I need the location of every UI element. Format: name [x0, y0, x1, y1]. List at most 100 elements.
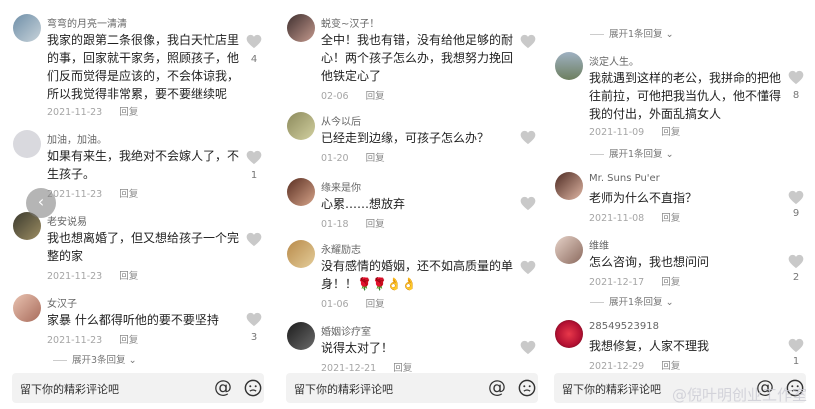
heart-icon[interactable]: [788, 254, 804, 269]
comment-date: 2021-11-23: [47, 107, 103, 118]
reply-button[interactable]: 回复: [661, 213, 680, 224]
comment-item: 蜕变~汉子！ 全中！我也有错，没有给他足够的耐心！两个孩子怎么办，我想努力挽回他…: [280, 14, 542, 102]
heart-icon[interactable]: [520, 260, 536, 275]
expand-replies-label: 展开1条回复: [609, 149, 663, 160]
reply-button[interactable]: 回复: [119, 271, 138, 282]
comment-date: 01-20: [321, 153, 349, 164]
comment-text: 我也想离婚了，但又想给孩子一个完整的家: [47, 231, 240, 263]
comment-text: 老师为什么不直指？: [589, 191, 698, 205]
avatar[interactable]: [555, 320, 583, 348]
like-count: 1: [250, 170, 258, 181]
at-icon[interactable]: @: [488, 377, 506, 398]
heart-icon[interactable]: [246, 34, 262, 49]
heart-icon[interactable]: [246, 312, 262, 327]
avatar[interactable]: [287, 322, 315, 350]
emoji-icon[interactable]: [244, 379, 262, 397]
comment-username[interactable]: 从今以后: [321, 113, 361, 128]
comment-item: 缘来是你 心累……想放弃 01-18 回复: [280, 178, 542, 230]
comment-meta: 2021-11-23 回复: [47, 104, 138, 118]
like-count: 1: [792, 356, 800, 367]
heart-icon[interactable]: [788, 190, 804, 205]
comment-date: 01-18: [321, 219, 349, 230]
comment-username[interactable]: 弯弯的月亮一清清: [47, 15, 127, 30]
comment-text: 没有感情的婚姻，还不如高质量的单身！！🌹🌹👌👌: [321, 257, 516, 293]
heart-icon[interactable]: [788, 338, 804, 353]
comment-date: 2021-11-23: [47, 335, 103, 346]
comment-text: 已经走到边缘，可孩子怎么办？: [321, 131, 490, 145]
heart-icon[interactable]: [520, 130, 536, 145]
comment-text: 如果有来生，我绝对不会嫁人了，不生孩子。: [47, 149, 240, 181]
reply-button[interactable]: 回复: [661, 127, 680, 138]
reply-button[interactable]: 回复: [661, 361, 680, 372]
comment-input[interactable]: 留下你的精彩评论吧 @: [286, 373, 538, 403]
chevron-left-icon[interactable]: ‹: [26, 188, 56, 218]
comment-text: 说得太对了！: [321, 341, 394, 355]
like-count: 9: [792, 208, 800, 219]
heart-icon[interactable]: [788, 70, 804, 85]
comment-panel-1: 弯弯的月亮一清清 我家的跟第二条很像，我白天忙店里的事，回家就干家务，照顾孩子，…: [6, 0, 268, 409]
avatar[interactable]: [287, 178, 315, 206]
comment-date: 01-06: [321, 299, 349, 310]
comment-username[interactable]: 淡定人生。: [589, 53, 639, 68]
comment-meta: 2021-11-23 回复: [47, 268, 138, 282]
comment-username[interactable]: 永耀励志: [321, 241, 361, 256]
reply-button[interactable]: 回复: [119, 107, 138, 118]
heart-icon[interactable]: [520, 340, 536, 355]
at-icon[interactable]: @: [214, 377, 232, 398]
heart-icon[interactable]: [520, 196, 536, 211]
comment-text: 心累……想放弃: [321, 197, 406, 211]
comment-date: 2021-11-23: [47, 271, 103, 282]
avatar[interactable]: [555, 52, 583, 80]
avatar[interactable]: [13, 130, 41, 158]
avatar[interactable]: [13, 294, 41, 322]
comment-username[interactable]: 加油，加油。: [47, 131, 107, 146]
expand-replies-button[interactable]: 展开1条回复 ⌄: [590, 26, 674, 40]
comment-username[interactable]: 蜕变~汉子！: [321, 15, 379, 30]
like-count: 8: [792, 90, 800, 101]
comment-item: 28549523918 我想修复，人家不理我 2021-12-29 回复 1: [548, 320, 810, 372]
heart-icon[interactable]: [246, 150, 262, 165]
comment-input[interactable]: 留下你的精彩评论吧 @: [12, 373, 264, 403]
comment-meta: 01-06 回复: [321, 296, 385, 310]
reply-button[interactable]: 回复: [661, 277, 680, 288]
comment-date: 2021-11-09: [589, 127, 645, 138]
comment-meta: 2021-11-23 回复: [47, 332, 138, 346]
comment-date: 2021-12-17: [589, 277, 645, 288]
comment-username[interactable]: 老安说易: [47, 213, 87, 228]
expand-replies-label: 展开1条回复: [609, 297, 663, 308]
reply-button[interactable]: 回复: [366, 91, 385, 102]
avatar[interactable]: [13, 14, 41, 42]
comment-username[interactable]: 维维: [589, 237, 609, 252]
comment-username[interactable]: 28549523918: [589, 321, 659, 332]
reply-button[interactable]: 回复: [366, 153, 385, 164]
comment-text: 全中！我也有错，没有给他足够的耐心！两个孩子怎么办，我想努力挽回他铁定心了: [321, 33, 514, 83]
reply-button[interactable]: 回复: [366, 219, 385, 230]
reply-button[interactable]: 回复: [119, 335, 138, 346]
comment-date: 2021-12-29: [589, 361, 645, 372]
expand-replies-button[interactable]: 展开3条回复 ⌄: [53, 352, 137, 366]
comment-username[interactable]: 女汉子: [47, 295, 77, 310]
expand-replies-button[interactable]: 展开1条回复 ⌄: [590, 146, 674, 160]
comment-username[interactable]: 缘来是你: [321, 179, 361, 194]
comment-item: 弯弯的月亮一清清 我家的跟第二条很像，我白天忙店里的事，回家就干家务，照顾孩子，…: [6, 14, 268, 124]
expand-replies-button[interactable]: 展开1条回复 ⌄: [590, 294, 674, 308]
comment-date: 02-06: [321, 91, 349, 102]
comment-text: 家暴 什么都得听他的要不要坚持: [47, 313, 219, 327]
reply-button[interactable]: 回复: [119, 189, 138, 200]
comment-item: Mr. Suns Pu'er 老师为什么不直指？ 2021-11-08 回复 9: [548, 172, 810, 224]
like-count: 3: [250, 332, 258, 343]
heart-icon[interactable]: [246, 232, 262, 247]
avatar[interactable]: [555, 172, 583, 200]
comment-input-placeholder: 留下你的精彩评论吧: [562, 383, 661, 396]
avatar[interactable]: [287, 14, 315, 42]
avatar[interactable]: [555, 236, 583, 264]
heart-icon[interactable]: [520, 34, 536, 49]
avatar[interactable]: [287, 240, 315, 268]
comment-username[interactable]: Mr. Suns Pu'er: [589, 173, 660, 184]
comment-text-body: 没有感情的婚姻，还不如高质量的单身！！: [321, 259, 514, 291]
reply-button[interactable]: 回复: [366, 299, 385, 310]
emoji-icon[interactable]: [518, 379, 536, 397]
avatar[interactable]: [287, 112, 315, 140]
comment-meta: 2021-12-17 回复: [589, 274, 680, 288]
comment-username[interactable]: 婚姻诊疗室: [321, 323, 371, 338]
